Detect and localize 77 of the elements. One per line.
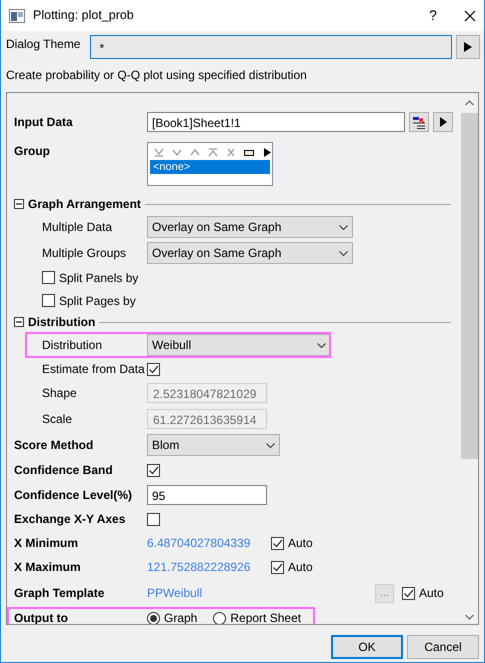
radio-button[interactable]	[213, 612, 226, 624]
radio-button[interactable]	[147, 612, 160, 624]
checkbox[interactable]	[271, 536, 284, 550]
field-label: Multiple Groups	[42, 245, 128, 262]
chevron-down-icon	[317, 342, 326, 348]
dropdown[interactable]: Blom	[147, 434, 280, 456]
readonly-field: 2.52318047821029	[147, 383, 267, 403]
dropdown[interactable]: Overlay on Same Graph	[147, 216, 353, 238]
field-label: Scale	[42, 411, 74, 428]
field-label: Score Method	[14, 437, 94, 454]
field-label: Shape	[42, 385, 78, 402]
field-label: X Minimum	[14, 535, 80, 552]
list-item[interactable]: <none>	[150, 160, 270, 174]
ok-button[interactable]: OK	[331, 635, 403, 659]
chevron-up-icon[interactable]	[465, 100, 474, 106]
checkbox[interactable]	[271, 560, 284, 574]
checkmark-icon	[148, 464, 159, 476]
chevron-down-icon[interactable]	[465, 614, 474, 620]
checkbox[interactable]	[42, 271, 55, 284]
rectangle-icon[interactable]	[244, 148, 254, 157]
group-list[interactable]: <none>	[147, 142, 273, 186]
chevron-down-icon	[339, 224, 348, 230]
app-icon	[9, 8, 25, 22]
checkbox-label[interactable]: Split Pages by	[59, 292, 136, 310]
chevron-down-icon[interactable]	[172, 148, 182, 157]
checkbox-label[interactable]: Auto	[288, 534, 313, 552]
chevron-down-icon	[339, 250, 348, 256]
checkbox-label[interactable]: Auto	[419, 584, 444, 602]
window-title: Plotting: plot_prob	[33, 7, 134, 24]
scroll-thumb[interactable]	[461, 113, 478, 459]
field-label: Multiple Data	[42, 219, 114, 236]
chevron-down-icon	[266, 442, 275, 448]
field-label: Group	[14, 143, 51, 160]
description-text: Create probability or Q-Q plot using specified distribution	[5, 67, 308, 84]
theme-label: Dialog Theme	[6, 36, 80, 53]
checkbox-label[interactable]: Auto	[288, 558, 313, 576]
section-title: Distribution	[28, 314, 96, 331]
theme-field[interactable]: *	[90, 35, 452, 59]
readonly-field: 61.2272613635914	[147, 409, 267, 429]
checkbox-label[interactable]: Split Panels by	[59, 268, 138, 286]
chevron-up-icon[interactable]	[190, 148, 200, 157]
checkbox[interactable]	[402, 586, 415, 600]
arrow-top-icon[interactable]	[208, 148, 218, 157]
field-label: Confidence Band	[14, 462, 114, 479]
field-label: Input Data	[14, 114, 74, 131]
checkmark-icon	[272, 538, 283, 548]
checkmark-icon	[272, 562, 283, 572]
checkmark-icon	[403, 588, 414, 598]
arrow-bottom-icon[interactable]	[154, 148, 164, 157]
field-label: Distribution	[42, 337, 104, 354]
section-title: Graph Arrangement	[28, 196, 141, 213]
field-label: Estimate from Data	[42, 361, 146, 378]
checkbox[interactable]	[147, 512, 160, 526]
menu-button[interactable]	[433, 112, 453, 132]
dropdown[interactable]: Overlay on Same Graph	[147, 242, 353, 264]
checkbox[interactable]	[42, 294, 55, 307]
field-label: Exchange X-Y Axes	[14, 511, 126, 528]
checkbox[interactable]	[147, 362, 160, 376]
play-icon	[464, 42, 472, 52]
data-selector-button[interactable]	[409, 112, 429, 132]
help-button[interactable]: ?	[418, 5, 448, 26]
collapse-icon[interactable]	[14, 199, 24, 209]
select-data-icon	[412, 116, 426, 128]
input-field[interactable]: 95	[147, 484, 267, 504]
field-label: X Maximum	[14, 559, 82, 576]
checkmark-icon	[148, 364, 159, 374]
input-field[interactable]: [Book1]Sheet1!1	[147, 112, 405, 132]
dropdown[interactable]: Weibull	[147, 334, 331, 356]
checkbox[interactable]	[147, 464, 160, 476]
theme-menu-button[interactable]	[456, 35, 480, 59]
cancel-button[interactable]: Cancel	[407, 635, 479, 659]
play-icon[interactable]	[262, 148, 272, 157]
field-label: Confidence Level(%)	[14, 486, 134, 504]
collapse-icon[interactable]	[14, 317, 24, 327]
field-label: Graph Template	[14, 585, 106, 602]
play-icon	[440, 117, 446, 127]
close-icon[interactable]	[464, 10, 476, 22]
